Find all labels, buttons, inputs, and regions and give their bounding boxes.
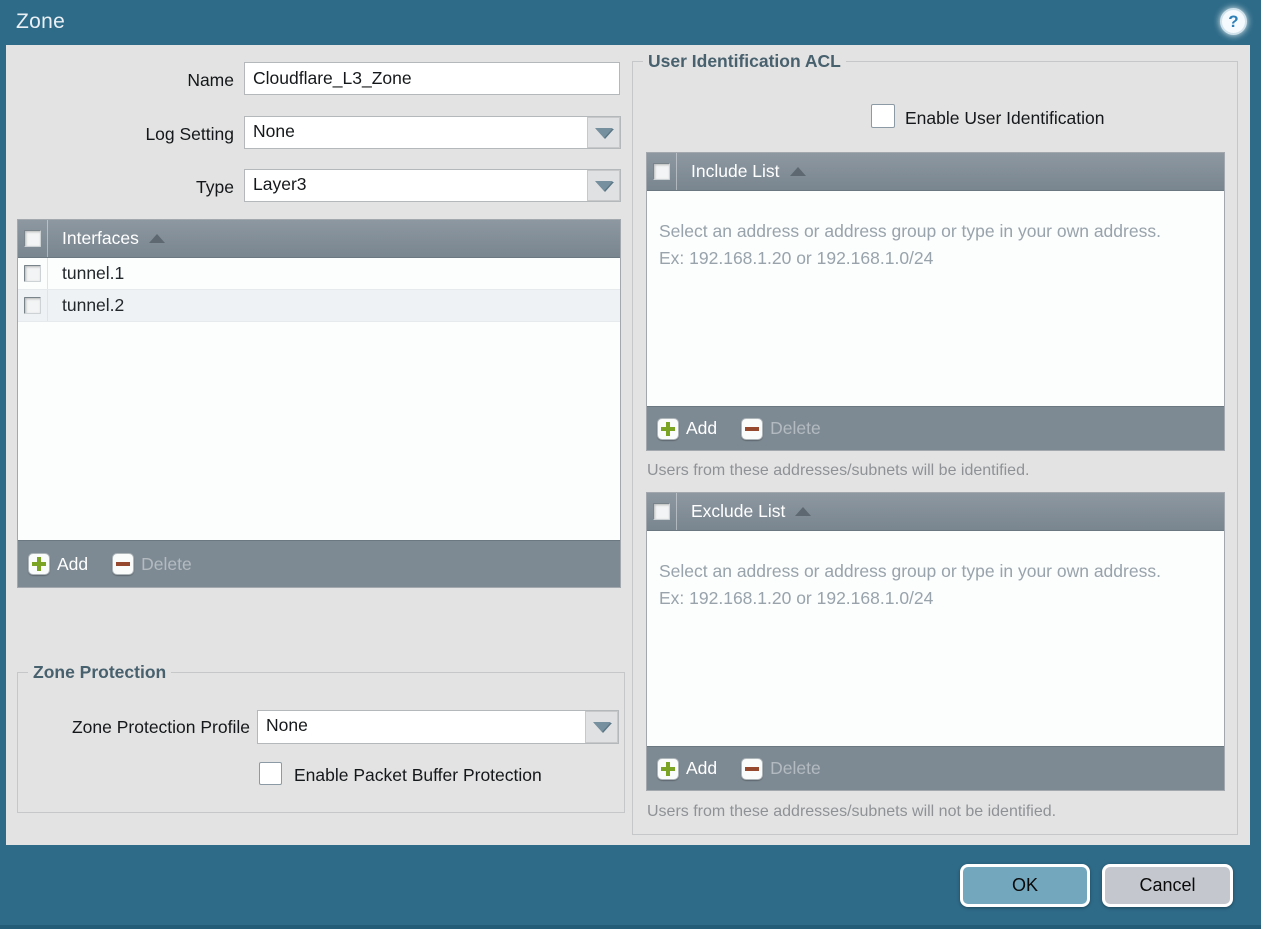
include-list-table: Include List Select an address or addres…: [646, 152, 1225, 451]
plus-icon: [657, 758, 679, 780]
include-list-placeholder: Select an address or address group or ty…: [659, 218, 1164, 272]
add-button-label: Add: [686, 418, 717, 439]
sort-ascending-icon: [790, 167, 806, 176]
log-setting-value: None: [245, 117, 587, 148]
exclude-select-all-checkbox[interactable]: [653, 503, 670, 520]
row-checkbox[interactable]: [24, 297, 41, 314]
name-input[interactable]: [244, 62, 620, 95]
dialog-title: Zone: [16, 10, 65, 34]
include-select-all-checkbox[interactable]: [653, 163, 670, 180]
plus-icon: [657, 418, 679, 440]
type-combobox[interactable]: Layer3: [244, 169, 621, 202]
minus-icon: [741, 418, 763, 440]
user-identification-acl-legend: User Identification ACL: [643, 51, 846, 72]
log-setting-dropdown-trigger[interactable]: [587, 117, 620, 148]
delete-button[interactable]: Delete: [741, 758, 821, 780]
zone-protection-profile-combobox[interactable]: None: [257, 710, 619, 744]
enable-user-identification-checkbox[interactable]: [871, 104, 895, 128]
add-button-label: Add: [686, 758, 717, 779]
delete-button-label: Delete: [141, 554, 192, 575]
interfaces-table-header[interactable]: Interfaces: [18, 220, 620, 258]
add-button[interactable]: Add: [657, 758, 717, 780]
help-icon[interactable]: ?: [1220, 8, 1247, 35]
chevron-down-icon: [595, 128, 613, 138]
enable-user-identification-label: Enable User Identification: [905, 108, 1104, 129]
exclude-list-placeholder: Select an address or address group or ty…: [659, 558, 1164, 612]
zone-protection-fieldset: Zone Protection Zone Protection Profile …: [17, 672, 625, 813]
minus-icon: [112, 553, 134, 575]
zone-protection-profile-value: None: [258, 711, 585, 743]
packet-buffer-protection-label: Enable Packet Buffer Protection: [294, 765, 542, 786]
exclude-list-toolbar: Add Delete: [647, 746, 1224, 790]
exclude-list-body: Select an address or address group or ty…: [647, 531, 1224, 746]
add-button-label: Add: [57, 554, 88, 575]
chevron-down-icon: [595, 181, 613, 191]
user-identification-acl-fieldset: User Identification ACL Enable User Iden…: [632, 61, 1238, 835]
zone-protection-profile-label: Zone Protection Profile: [18, 717, 250, 738]
include-list-toolbar: Add Delete: [647, 406, 1224, 450]
dialog-titlebar: Zone ?: [0, 0, 1261, 45]
interfaces-column-header: Interfaces: [62, 228, 139, 249]
interfaces-table: Interfaces tunnel.1 tunnel.2 Add: [17, 219, 621, 588]
minus-icon: [741, 758, 763, 780]
add-button[interactable]: Add: [657, 418, 717, 440]
exclude-list-table: Exclude List Select an address or addres…: [646, 492, 1225, 791]
dialog-content: Name Log Setting None Type Layer3 Interf…: [6, 45, 1250, 845]
zone-dialog: Zone ? Name Log Setting None Type Layer3…: [0, 0, 1261, 929]
log-setting-label: Log Setting: [6, 124, 234, 145]
interfaces-table-toolbar: Add Delete: [18, 540, 620, 587]
row-checkbox[interactable]: [24, 265, 41, 282]
exclude-list-note: Users from these addresses/subnets will …: [647, 803, 1056, 821]
packet-buffer-protection-checkbox[interactable]: [259, 762, 282, 785]
ok-button[interactable]: OK: [960, 864, 1090, 907]
zone-protection-legend: Zone Protection: [28, 662, 171, 683]
exclude-list-header[interactable]: Exclude List: [647, 493, 1224, 531]
type-dropdown-trigger[interactable]: [587, 170, 620, 201]
sort-ascending-icon: [149, 234, 165, 243]
include-list-body: Select an address or address group or ty…: [647, 191, 1224, 406]
name-label: Name: [6, 70, 234, 91]
interfaces-select-all-checkbox[interactable]: [24, 230, 41, 247]
add-button[interactable]: Add: [28, 553, 88, 575]
table-row[interactable]: tunnel.2: [18, 290, 620, 322]
include-list-column-header: Include List: [691, 161, 780, 182]
include-list-header[interactable]: Include List: [647, 153, 1224, 191]
interface-name: tunnel.1: [62, 263, 124, 284]
include-list-note: Users from these addresses/subnets will …: [647, 462, 1029, 480]
delete-button[interactable]: Delete: [741, 418, 821, 440]
delete-button[interactable]: Delete: [112, 553, 192, 575]
zone-protection-profile-dropdown-trigger[interactable]: [585, 711, 618, 743]
exclude-list-column-header: Exclude List: [691, 501, 785, 522]
delete-button-label: Delete: [770, 758, 821, 779]
plus-icon: [28, 553, 50, 575]
interface-name: tunnel.2: [62, 295, 124, 316]
type-value: Layer3: [245, 170, 587, 201]
log-setting-combobox[interactable]: None: [244, 116, 621, 149]
cancel-button[interactable]: Cancel: [1102, 864, 1233, 907]
chevron-down-icon: [593, 722, 611, 732]
type-label: Type: [6, 177, 234, 198]
table-row[interactable]: tunnel.1: [18, 258, 620, 290]
sort-ascending-icon: [795, 507, 811, 516]
interfaces-table-body: tunnel.1 tunnel.2: [18, 258, 620, 540]
delete-button-label: Delete: [770, 418, 821, 439]
